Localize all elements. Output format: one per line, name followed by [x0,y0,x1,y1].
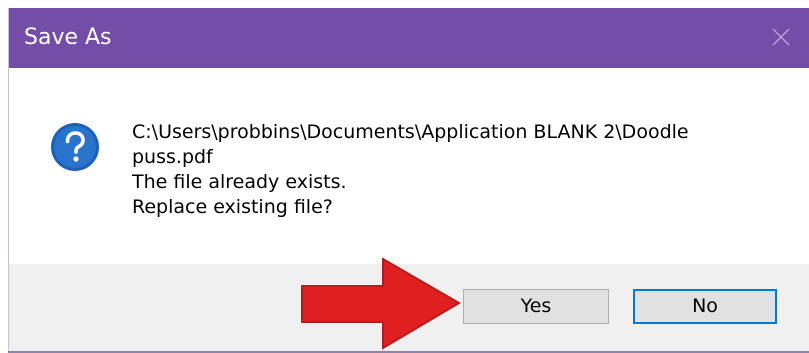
question-icon [51,123,99,171]
message-line-question: Replace existing file? [132,196,333,218]
arrow-right-icon [301,258,461,350]
dialog-title: Save As [24,25,112,50]
close-button[interactable] [750,8,809,68]
yes-button[interactable]: Yes [463,289,609,324]
close-icon [772,28,790,46]
message-line-exists: The file already exists. [132,171,347,193]
message-text: C:\Users\probbins\Documents\Application … [132,120,772,220]
title-bar[interactable]: Save As [9,8,809,68]
message-line-path: C:\Users\probbins\Documents\Application … [132,121,689,143]
message-line-filename: puss.pdf [132,146,213,168]
no-button[interactable]: No [633,289,777,324]
